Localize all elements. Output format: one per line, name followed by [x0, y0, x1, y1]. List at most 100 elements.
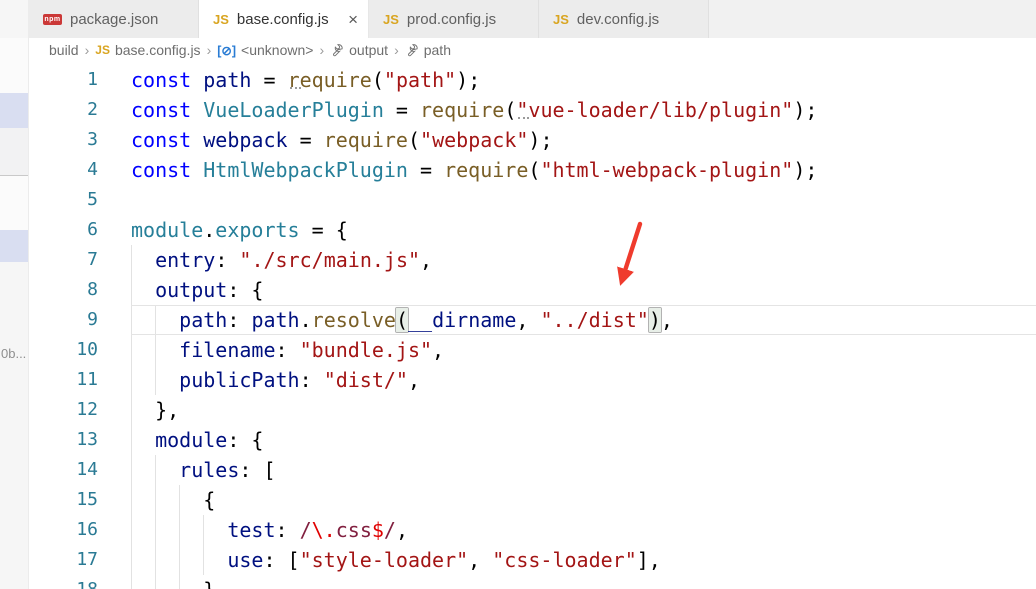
breadcrumb-separator: ›	[319, 42, 325, 58]
code-token: )	[648, 308, 661, 332]
tab-package.json[interactable]: npm package.json	[29, 0, 199, 38]
code-line[interactable]: module.exports = {	[131, 215, 1036, 245]
code-line[interactable]: path: path.resolve(__dirname, "../dist")…	[131, 305, 1036, 335]
line-number[interactable]: 8	[29, 275, 131, 305]
vscode-window: 0b... npm package.json JS base.config.js × JS…	[0, 0, 1036, 589]
code-token: {	[203, 488, 216, 512]
code-line[interactable]	[131, 185, 1036, 215]
code-line[interactable]: publicPath: "dist/",	[131, 365, 1036, 395]
code-token: "vue-loader/lib/plugin"	[516, 98, 794, 122]
code-token: exports	[215, 218, 300, 242]
breadcrumb-item-output[interactable]: output	[330, 42, 388, 58]
line-number[interactable]: 2	[29, 95, 131, 125]
code-token: "dist/"	[323, 368, 408, 392]
code-line[interactable]: const HtmlWebpackPlugin = require("html-…	[131, 155, 1036, 185]
code-token: (	[371, 68, 384, 92]
code-token: test	[227, 518, 276, 542]
code-token: ,	[395, 518, 408, 542]
code-token: __dirname	[408, 308, 517, 332]
line-number[interactable]: 7	[29, 245, 131, 275]
indent-guide	[131, 485, 132, 515]
tab-prod.config.js[interactable]: JS prod.config.js	[369, 0, 539, 38]
code-token: (	[504, 98, 517, 122]
code-token: : [	[263, 548, 300, 572]
line-number[interactable]: 3	[29, 125, 131, 155]
code-line[interactable]: const path = require("path");	[131, 65, 1036, 95]
line-number[interactable]: 15	[29, 485, 131, 515]
code-token: "css-loader"	[492, 548, 637, 572]
line-number[interactable]: 16	[29, 515, 131, 545]
breadcrumb-label: output	[349, 42, 389, 58]
line-number[interactable]: 10	[29, 335, 131, 365]
line-number[interactable]: 17	[29, 545, 131, 575]
code-token: "webpack"	[420, 128, 529, 152]
breadcrumb-separator: ›	[394, 42, 399, 58]
code-token: ],	[636, 548, 661, 572]
line-number[interactable]: 18	[29, 575, 131, 589]
line-number[interactable]: 9	[29, 305, 131, 335]
js-icon: JS	[213, 11, 229, 27]
code-editor[interactable]: 123456789101112131415161718 const path =…	[29, 62, 1036, 589]
breadcrumb-item-unknown[interactable]: [⊘] <unknown>	[217, 42, 313, 58]
line-number[interactable]: 1	[29, 65, 131, 95]
left-panel-selected-row[interactable]	[0, 93, 28, 128]
left-panel-row	[0, 128, 28, 175]
code-token: );	[528, 128, 553, 152]
code-token: module	[131, 218, 204, 242]
code-line[interactable]: rules: [	[131, 455, 1036, 485]
code-token: entry	[155, 248, 216, 272]
breadcrumb-item-base.config.js[interactable]: JS base.config.js	[95, 42, 200, 58]
indent-guide	[131, 365, 132, 395]
code-line[interactable]: filename: "bundle.js",	[131, 335, 1036, 365]
breadcrumb-label: <unknown>	[241, 42, 314, 58]
line-number[interactable]: 6	[29, 215, 131, 245]
code-line[interactable]: const VueLoaderPlugin = require("vue-loa…	[131, 95, 1036, 125]
left-panel: 0b...	[0, 0, 29, 589]
tab-label: package.json	[70, 10, 159, 28]
code-line[interactable]: {	[131, 485, 1036, 515]
line-number[interactable]: 5	[29, 185, 131, 215]
line-number[interactable]: 12	[29, 395, 131, 425]
code-token: :	[275, 518, 300, 542]
close-tab-icon[interactable]: ×	[348, 11, 358, 28]
code-line[interactable]: test: /\.css$/,	[131, 515, 1036, 545]
breadcrumb-item-path[interactable]: path	[405, 42, 451, 58]
tab-base.config.js[interactable]: JS base.config.js ×	[199, 0, 369, 38]
tab-bar: npm package.json JS base.config.js × JS prod.c…	[29, 0, 1036, 38]
indent-guide	[203, 515, 205, 545]
left-panel-top	[0, 0, 28, 38]
left-panel-selected-row[interactable]	[0, 230, 28, 262]
indent-guide	[131, 275, 132, 305]
tab-dev.config.js[interactable]: JS dev.config.js	[539, 0, 709, 38]
code-line[interactable]: },	[131, 395, 1036, 425]
code-line[interactable]: output: {	[131, 275, 1036, 305]
line-number[interactable]: 13	[29, 425, 131, 455]
code-line[interactable]: module: {	[131, 425, 1036, 455]
code-token: ,	[468, 548, 493, 572]
code-token: /	[299, 518, 312, 542]
code-line[interactable]: }	[131, 575, 1036, 589]
code-token: );	[793, 158, 818, 182]
code-token: "html-webpack-plugin"	[540, 158, 794, 182]
indent-guide	[131, 575, 132, 589]
code-token: VueLoaderPlugin	[203, 98, 384, 122]
code-line[interactable]: entry: "./src/main.js",	[131, 245, 1036, 275]
wrench-icon	[405, 43, 419, 57]
code-token: "../dist"	[540, 308, 649, 332]
line-number[interactable]: 4	[29, 155, 131, 185]
code-token: ,	[516, 308, 541, 332]
code-token: const	[131, 158, 192, 182]
breadcrumb-item-build[interactable]: build	[49, 42, 79, 58]
editor-lines: const path = require("path"); const VueLo…	[131, 65, 1036, 589]
line-number[interactable]: 14	[29, 455, 131, 485]
code-token: =	[251, 68, 288, 92]
code-line[interactable]: use: ["style-loader", "css-loader"],	[131, 545, 1036, 575]
indent-guide	[155, 545, 157, 575]
code-token: filename	[179, 338, 276, 362]
code-line[interactable]: const webpack = require("webpack");	[131, 125, 1036, 155]
code-token: const	[131, 128, 192, 152]
code-token: ,	[660, 308, 673, 332]
indent-guide	[131, 545, 132, 575]
line-number[interactable]: 11	[29, 365, 131, 395]
